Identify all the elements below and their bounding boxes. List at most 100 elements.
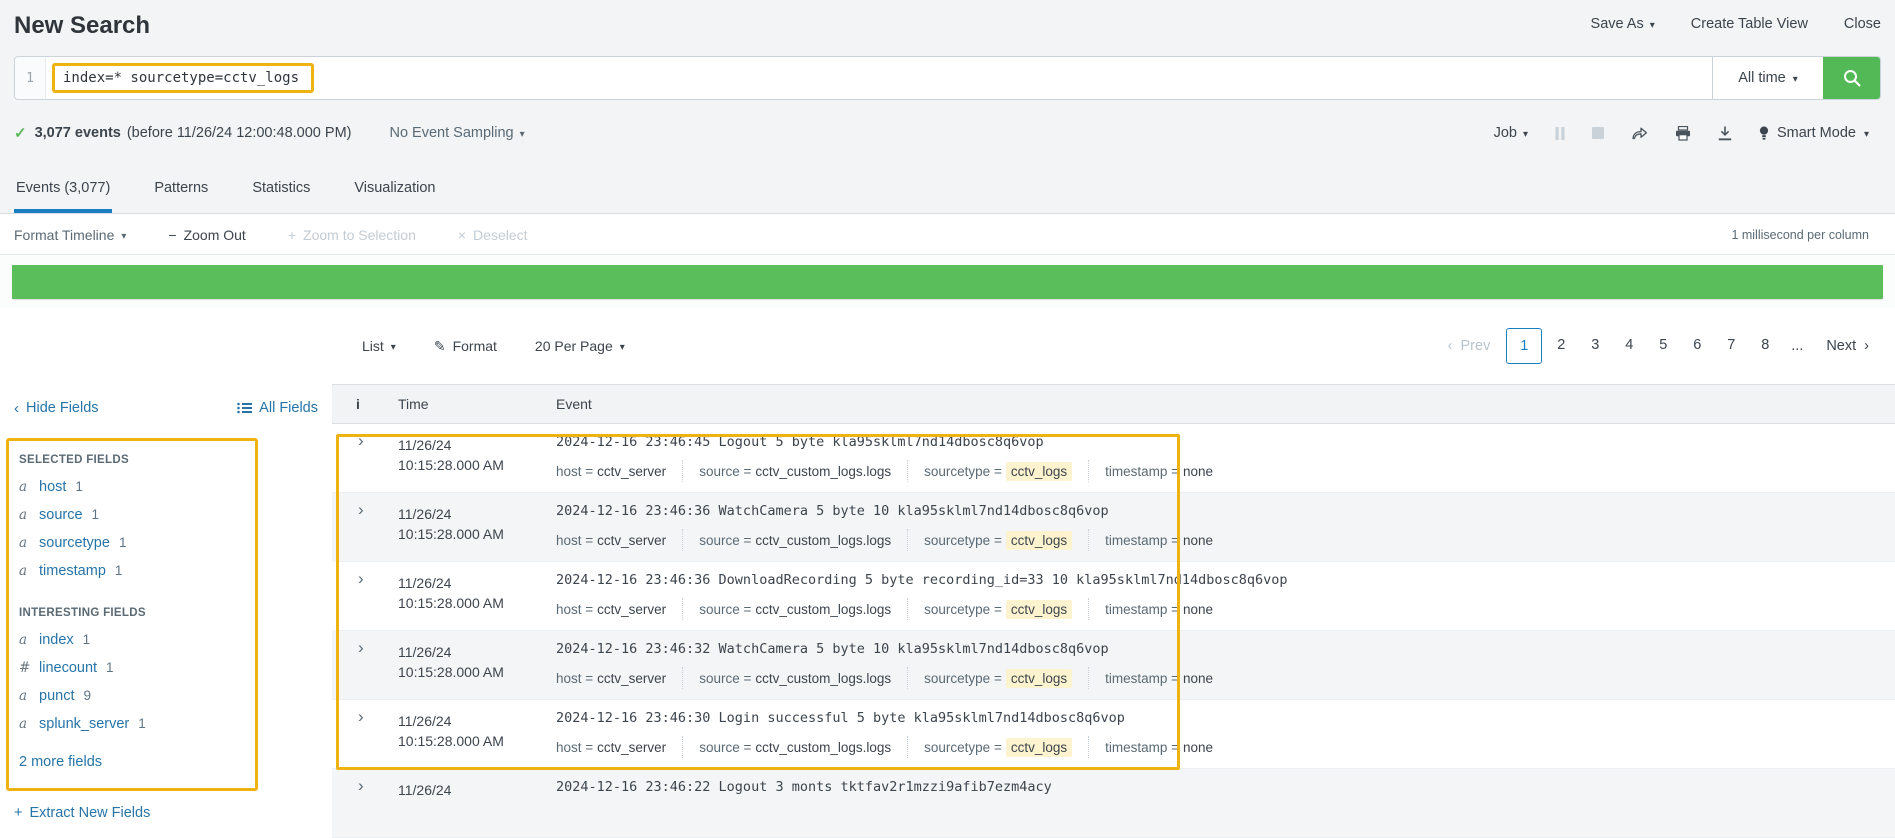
more-fields-link[interactable]: 2 more fields [19, 754, 245, 770]
page-button-8[interactable]: 8 [1750, 328, 1780, 362]
expand-event-button[interactable]: › [332, 631, 398, 699]
header-action-save-as[interactable]: Save As▾ [1591, 16, 1655, 32]
field-name[interactable]: linecount [39, 660, 97, 676]
format-button[interactable]: ✎ Format [434, 338, 497, 355]
job-dropdown[interactable]: Job ▾ [1494, 125, 1528, 141]
field-name[interactable]: punct [39, 688, 74, 704]
event-field-timestamp[interactable]: timestamp = none [1105, 529, 1229, 551]
export-button[interactable] [1718, 126, 1732, 141]
field-value[interactable]: cctv_custom_logs.logs [755, 533, 891, 548]
event-field-sourcetype[interactable]: sourcetype = cctv_logs [924, 667, 1089, 689]
search-query-text[interactable]: index=* sourcetype=cctv_logs [63, 70, 299, 86]
field-value[interactable]: cctv_server [597, 602, 666, 617]
tab-statistics[interactable]: Statistics [250, 180, 312, 213]
field-item-sourcetype[interactable]: asourcetype1 [19, 535, 245, 551]
field-value[interactable]: cctv_server [597, 464, 666, 479]
field-value[interactable]: cctv_logs [1006, 600, 1072, 619]
field-value[interactable]: none [1183, 671, 1213, 686]
field-item-timestamp[interactable]: atimestamp1 [19, 563, 245, 579]
event-field-source[interactable]: source = cctv_custom_logs.logs [699, 529, 908, 551]
field-value[interactable]: cctv_server [597, 671, 666, 686]
page-button-3[interactable]: 3 [1580, 328, 1610, 362]
event-field-host[interactable]: host = cctv_server [556, 460, 683, 482]
stop-button[interactable] [1592, 127, 1604, 139]
field-value[interactable]: none [1183, 464, 1213, 479]
list-view-dropdown[interactable]: List ▾ [362, 338, 396, 354]
prev-page-button[interactable]: ‹ Prev [1448, 338, 1491, 354]
event-field-sourcetype[interactable]: sourcetype = cctv_logs [924, 736, 1089, 758]
field-name[interactable]: splunk_server [39, 716, 129, 732]
next-page-button[interactable]: Next › [1826, 338, 1869, 354]
event-field-source[interactable]: source = cctv_custom_logs.logs [699, 736, 908, 758]
deselect-button[interactable]: × Deselect [458, 227, 528, 243]
field-item-index[interactable]: aindex1 [19, 632, 245, 648]
field-item-source[interactable]: asource1 [19, 507, 245, 523]
page-button-4[interactable]: 4 [1614, 328, 1644, 362]
event-field-host[interactable]: host = cctv_server [556, 529, 683, 551]
field-item-linecount[interactable]: #linecount1 [19, 660, 245, 676]
event-field-host[interactable]: host = cctv_server [556, 598, 683, 620]
zoom-to-selection-button[interactable]: + Zoom to Selection [288, 227, 416, 243]
field-value[interactable]: cctv_logs [1006, 531, 1072, 550]
field-value[interactable]: cctv_custom_logs.logs [755, 740, 891, 755]
field-item-host[interactable]: ahost1 [19, 479, 245, 495]
timeline-bar[interactable] [12, 265, 1883, 299]
extract-new-fields-link[interactable]: + Extract New Fields [14, 805, 318, 821]
field-name[interactable]: source [39, 507, 83, 523]
per-page-dropdown[interactable]: 20 Per Page ▾ [535, 338, 625, 354]
field-value[interactable]: cctv_logs [1006, 738, 1072, 757]
field-value[interactable]: none [1183, 602, 1213, 617]
event-field-source[interactable]: source = cctv_custom_logs.logs [699, 667, 908, 689]
print-button[interactable] [1675, 126, 1691, 141]
search-input[interactable]: index=* sourcetype=cctv_logs [46, 57, 1712, 99]
search-mode-dropdown[interactable]: Smart Mode ▾ [1759, 125, 1869, 141]
field-name[interactable]: sourcetype [39, 535, 110, 551]
event-field-timestamp[interactable]: timestamp = none [1105, 667, 1229, 689]
event-sampling-dropdown[interactable]: No Event Sampling ▾ [389, 125, 524, 141]
field-value[interactable]: cctv_server [597, 740, 666, 755]
event-field-host[interactable]: host = cctv_server [556, 667, 683, 689]
field-item-splunk_server[interactable]: asplunk_server1 [19, 716, 245, 732]
field-value[interactable]: cctv_custom_logs.logs [755, 602, 891, 617]
pause-button[interactable] [1555, 127, 1565, 140]
header-action-close[interactable]: Close [1844, 16, 1881, 32]
event-field-timestamp[interactable]: timestamp = none [1105, 736, 1229, 758]
expand-event-button[interactable]: › [332, 424, 398, 492]
format-timeline-dropdown[interactable]: Format Timeline ▾ [14, 227, 126, 243]
field-value[interactable]: cctv_custom_logs.logs [755, 671, 891, 686]
hide-fields-button[interactable]: ‹ Hide Fields [14, 400, 99, 416]
field-value[interactable]: cctv_custom_logs.logs [755, 464, 891, 479]
share-button[interactable] [1631, 126, 1648, 140]
event-field-sourcetype[interactable]: sourcetype = cctv_logs [924, 529, 1089, 551]
event-field-timestamp[interactable]: timestamp = none [1105, 460, 1229, 482]
event-field-source[interactable]: source = cctv_custom_logs.logs [699, 460, 908, 482]
field-value[interactable]: none [1183, 740, 1213, 755]
field-value[interactable]: cctv_logs [1006, 462, 1072, 481]
page-button-1[interactable]: 1 [1506, 328, 1542, 364]
event-field-timestamp[interactable]: timestamp = none [1105, 598, 1229, 620]
event-field-sourcetype[interactable]: sourcetype = cctv_logs [924, 598, 1089, 620]
page-button-7[interactable]: 7 [1716, 328, 1746, 362]
expand-event-button[interactable]: › [332, 562, 398, 630]
page-button-6[interactable]: 6 [1682, 328, 1712, 362]
page-button-5[interactable]: 5 [1648, 328, 1678, 362]
tab-events-3-077[interactable]: Events (3,077) [14, 180, 112, 213]
expand-event-button[interactable]: › [332, 700, 398, 768]
event-field-sourcetype[interactable]: sourcetype = cctv_logs [924, 460, 1089, 482]
field-value[interactable]: cctv_logs [1006, 669, 1072, 688]
tab-patterns[interactable]: Patterns [152, 180, 210, 213]
event-field-source[interactable]: source = cctv_custom_logs.logs [699, 598, 908, 620]
expand-event-button[interactable]: › [332, 493, 398, 561]
page-button-2[interactable]: 2 [1546, 328, 1576, 362]
field-name[interactable]: timestamp [39, 563, 106, 579]
field-item-punct[interactable]: apunct9 [19, 688, 245, 704]
expand-event-button[interactable]: › [332, 769, 398, 837]
field-value[interactable]: cctv_server [597, 533, 666, 548]
event-field-host[interactable]: host = cctv_server [556, 736, 683, 758]
zoom-out-button[interactable]: − Zoom Out [168, 227, 245, 243]
field-name[interactable]: host [39, 479, 66, 495]
search-button[interactable] [1823, 57, 1880, 99]
header-action-create-table-view[interactable]: Create Table View [1691, 16, 1808, 32]
tab-visualization[interactable]: Visualization [352, 180, 437, 213]
all-fields-button[interactable]: All Fields [237, 400, 318, 416]
